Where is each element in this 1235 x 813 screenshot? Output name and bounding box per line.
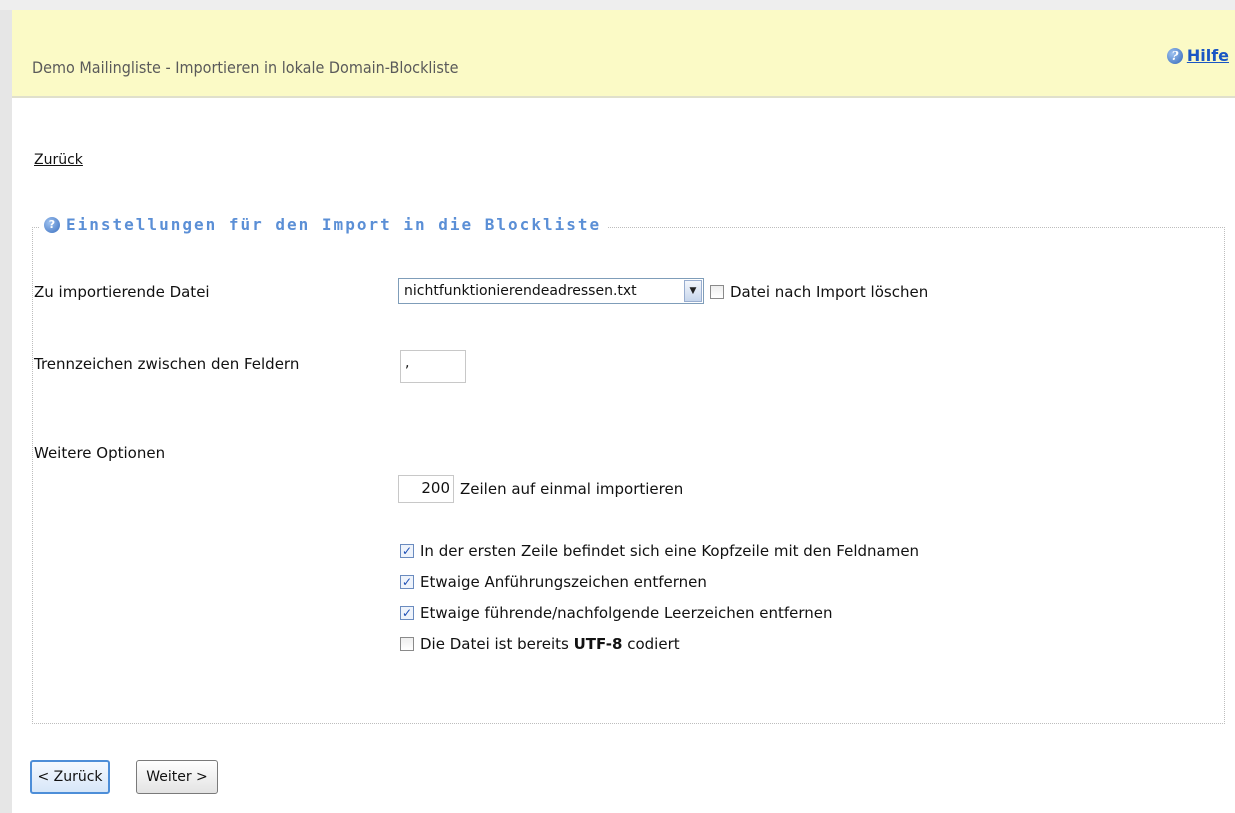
header-row-label: In der ersten Zeile befindet sich eine K…	[420, 542, 920, 560]
page-title: Demo Mailingliste - Importieren in lokal…	[32, 58, 459, 77]
rows-per-batch-input[interactable]: 200	[398, 475, 454, 503]
left-border	[0, 10, 12, 813]
utf8-label: Die Datei ist bereits UTF-8 codiert	[420, 635, 680, 653]
legend-text: Einstellungen für den Import in die Bloc…	[66, 215, 602, 234]
page-header: Demo Mailingliste - Importieren in lokal…	[12, 10, 1235, 98]
utf8-checkbox[interactable]	[400, 637, 414, 651]
option-header-row: ✓ In der ersten Zeile befindet sich eine…	[400, 542, 919, 560]
fieldset-legend: ? Einstellungen für den Import in die Bl…	[40, 215, 608, 234]
help-icon[interactable]: ?	[1166, 47, 1183, 64]
chevron-down-icon[interactable]: ▼	[684, 280, 702, 302]
option-utf8-row: Die Datei ist bereits UTF-8 codiert	[400, 635, 680, 653]
remove-quotes-checkbox[interactable]: ✓	[400, 575, 414, 589]
option-whitespace-row: ✓ Etwaige führende/nachfolgende Leerzeic…	[400, 604, 833, 622]
info-icon: ?	[44, 216, 60, 233]
utf8-label-bold: UTF-8	[573, 635, 623, 653]
more-options-label: Weitere Optionen	[34, 444, 166, 462]
checkmark-icon: ✓	[401, 575, 413, 589]
separator-input[interactable]: ,	[400, 350, 466, 383]
option-quotes-row: ✓ Etwaige Anführungszeichen entfernen	[400, 573, 707, 591]
separator-label: Trennzeichen zwischen den Feldern	[34, 355, 300, 373]
utf8-label-suffix: codiert	[622, 635, 680, 653]
rows-per-batch-label: Zeilen auf einmal importieren	[460, 480, 684, 498]
back-link[interactable]: Zurück	[34, 152, 83, 168]
utf8-label-prefix: Die Datei ist bereits	[420, 635, 574, 653]
next-button[interactable]: Weiter >	[136, 760, 218, 794]
trim-whitespace-checkbox[interactable]: ✓	[400, 606, 414, 620]
back-button[interactable]: < Zurück	[30, 760, 110, 794]
header-row-checkbox[interactable]: ✓	[400, 544, 414, 558]
delete-after-import-checkbox[interactable]	[710, 285, 724, 299]
delete-after-import-row: Datei nach Import löschen	[710, 283, 928, 301]
top-border	[0, 0, 1235, 10]
delete-after-import-label: Datei nach Import löschen	[730, 283, 929, 301]
trim-whitespace-label: Etwaige führende/nachfolgende Leerzeiche…	[420, 604, 833, 622]
help-link-group[interactable]: ? Hilfe	[1166, 46, 1229, 65]
help-link[interactable]: Hilfe	[1187, 46, 1229, 65]
checkmark-icon: ✓	[401, 606, 413, 620]
remove-quotes-label: Etwaige Anführungszeichen entfernen	[420, 573, 707, 591]
checkmark-icon: ✓	[401, 544, 413, 558]
file-label: Zu importierende Datei	[34, 283, 210, 301]
file-select-value: nichtfunktionierendeadressen.txt	[404, 283, 637, 299]
file-select[interactable]: nichtfunktionierendeadressen.txt ▼	[398, 278, 704, 304]
